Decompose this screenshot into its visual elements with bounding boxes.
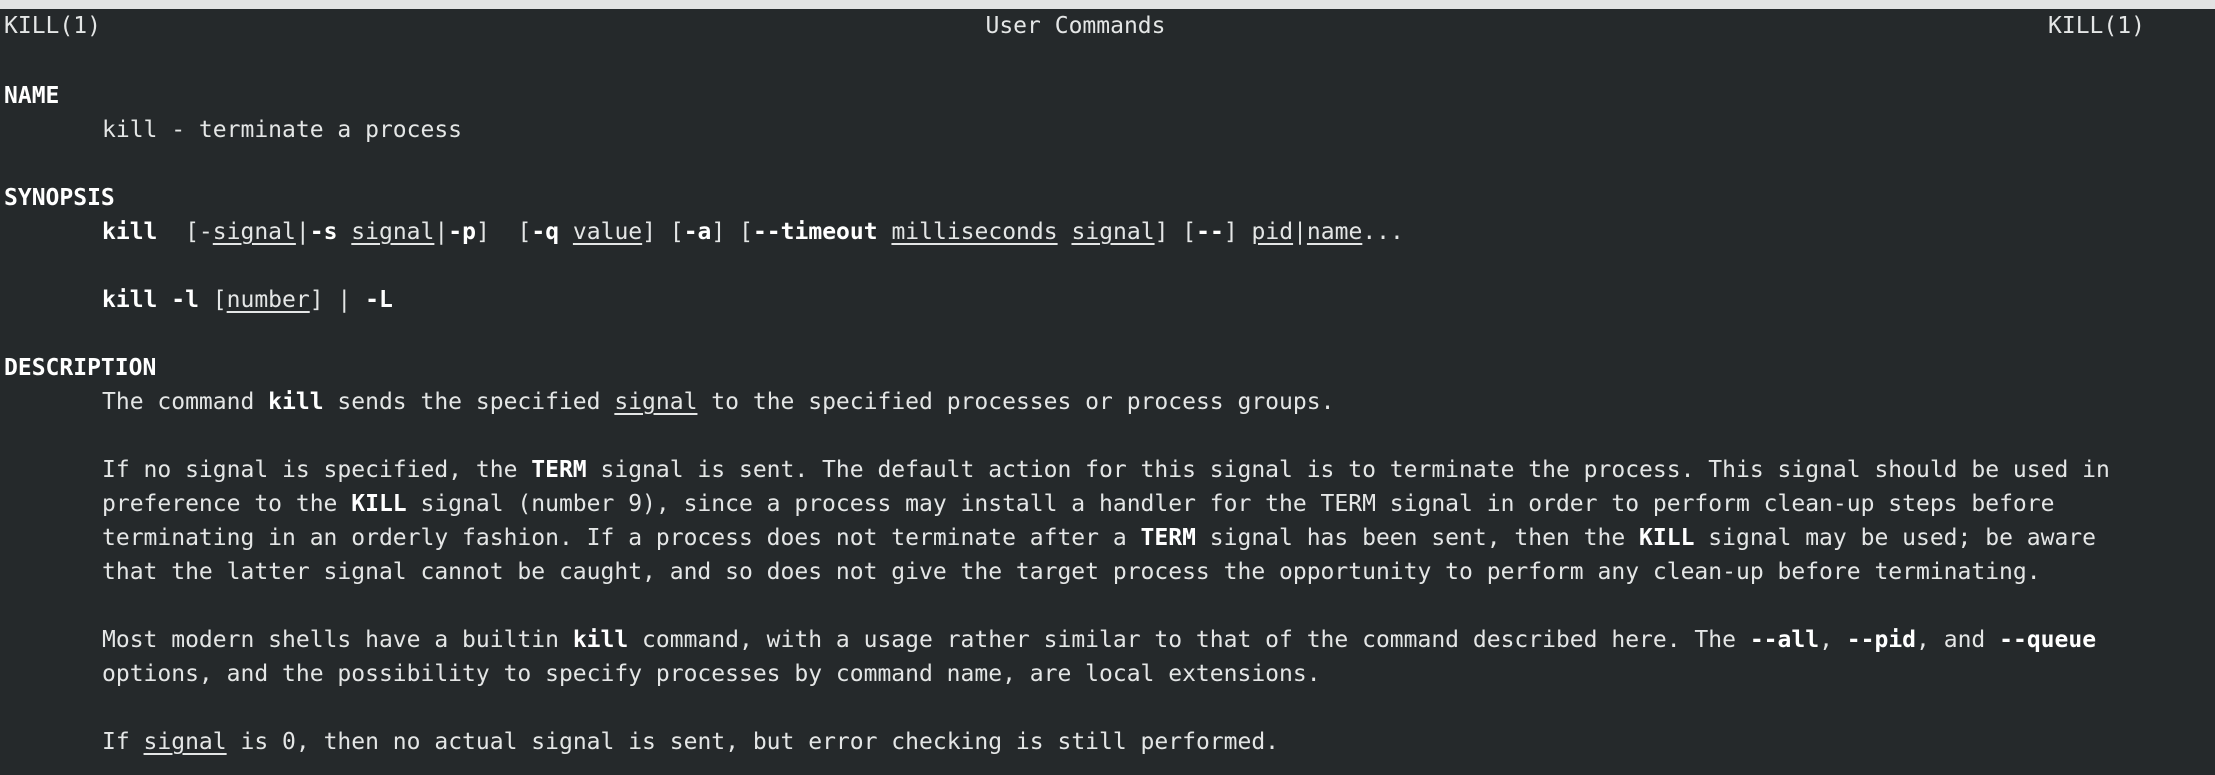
synopsis-text: ...	[1362, 219, 1404, 245]
synopsis-text: |	[434, 219, 449, 245]
description-para-2-line-1: If no signal is specified, the TERM sign…	[102, 453, 2110, 487]
synopsis-line-1: kill [-signal|-s signal|-p] [-q value] […	[102, 215, 1404, 249]
description-para-2-line-2: preference to the KILL signal (number 9)…	[102, 487, 2054, 521]
term-term: TERM	[531, 457, 587, 483]
term-kill: kill	[268, 389, 324, 415]
description-text: signal is sent. The default action for t…	[586, 457, 2110, 483]
synopsis-text	[878, 219, 892, 245]
synopsis-arg-pid: pid	[1251, 219, 1294, 245]
synopsis-text	[1058, 219, 1072, 245]
synopsis-arg-value: value	[572, 219, 643, 245]
opt-queue: --queue	[1999, 627, 2097, 653]
synopsis-text: ] |	[309, 287, 366, 313]
synopsis-arg-signal: signal	[212, 219, 296, 245]
man-header-title: User Commands	[985, 13, 1166, 39]
name-description: kill - terminate a process	[102, 117, 463, 143]
synopsis-text: |	[1293, 219, 1307, 245]
description-para-3-line-2: options, and the possibility to specify …	[102, 661, 1321, 687]
term-kill-signal: KILL	[1639, 525, 1695, 551]
synopsis-arg-signal: signal	[1071, 219, 1155, 245]
synopsis-arg-name: name	[1306, 219, 1363, 245]
term-signal: signal	[143, 729, 227, 755]
description-text: ,	[1819, 627, 1847, 653]
term-kill-signal: KILL	[351, 491, 407, 517]
section-name-heading: NAME	[4, 83, 60, 109]
man-header-center: User Commands	[0, 9, 2215, 43]
description-text: If no signal is specified, the	[102, 457, 532, 483]
synopsis-opt-s: -s	[309, 219, 338, 245]
description-text: signal has been sent, then the	[1195, 525, 1640, 551]
description-text: signal (number 9), since a process may i…	[406, 491, 2055, 517]
description-para-3-line-1: Most modern shells have a builtin kill c…	[102, 623, 2096, 657]
synopsis-arg-number: number	[226, 287, 310, 313]
synopsis-text: [-	[157, 219, 213, 245]
synopsis-text: |	[295, 219, 310, 245]
description-para-2-line-4: that the latter signal cannot be caught,…	[102, 559, 2041, 585]
synopsis-text: ] [	[642, 219, 684, 245]
term-kill: kill	[572, 627, 629, 653]
description-text: terminating in an orderly fashion. If a …	[102, 525, 1141, 551]
window-top-bar	[0, 0, 2215, 9]
synopsis-text	[559, 219, 573, 245]
description-para-1: The command kill sends the specified sig…	[102, 385, 1334, 419]
description-text: preference to the	[102, 491, 352, 517]
synopsis-cmd-list: kill -l	[102, 287, 199, 313]
description-text: to the specified processes or process gr…	[697, 389, 1335, 415]
synopsis-line-2: kill -l [number] | -L	[102, 283, 393, 317]
term-term: TERM	[1140, 525, 1196, 551]
synopsis-opt-a: -a	[683, 219, 712, 245]
description-text: , and	[1916, 627, 2000, 653]
opt-pid: --pid	[1846, 627, 1917, 653]
synopsis-opt-dashdash: --	[1196, 219, 1224, 245]
synopsis-cmd: kill	[102, 219, 158, 245]
description-text: signal may be used; be aware	[1694, 525, 2097, 551]
synopsis-text: ] [	[1154, 219, 1197, 245]
description-text: If	[102, 729, 144, 755]
synopsis-opt-p: -p	[448, 219, 476, 245]
synopsis-opt-q: -q	[531, 219, 560, 245]
description-text: The command	[102, 389, 269, 415]
synopsis-opt-L: -L	[365, 287, 393, 313]
synopsis-text: ]	[1223, 219, 1252, 245]
section-description-heading: DESCRIPTION	[4, 355, 157, 381]
term-signal: signal	[614, 389, 698, 415]
synopsis-text	[337, 219, 351, 245]
description-para-2-line-3: terminating in an orderly fashion. If a …	[102, 521, 2096, 555]
synopsis-text: ] [	[475, 219, 532, 245]
synopsis-text: ] [	[711, 219, 753, 245]
synopsis-text: [	[198, 287, 227, 313]
description-text: is 0, then no actual signal is sent, but…	[226, 729, 1280, 755]
synopsis-arg-milliseconds: milliseconds	[891, 219, 1058, 245]
description-text: Most modern shells have a builtin	[102, 627, 573, 653]
description-text: sends the specified	[323, 389, 615, 415]
opt-all: --all	[1749, 627, 1820, 653]
description-text: command, with a usage rather similar to …	[628, 627, 1750, 653]
description-para-4: If signal is 0, then no actual signal is…	[102, 725, 1279, 759]
man-header-right: KILL(1)	[2048, 13, 2145, 39]
synopsis-opt-timeout: --timeout	[752, 219, 878, 245]
section-synopsis-heading: SYNOPSIS	[4, 185, 115, 211]
synopsis-arg-signal: signal	[351, 219, 435, 245]
